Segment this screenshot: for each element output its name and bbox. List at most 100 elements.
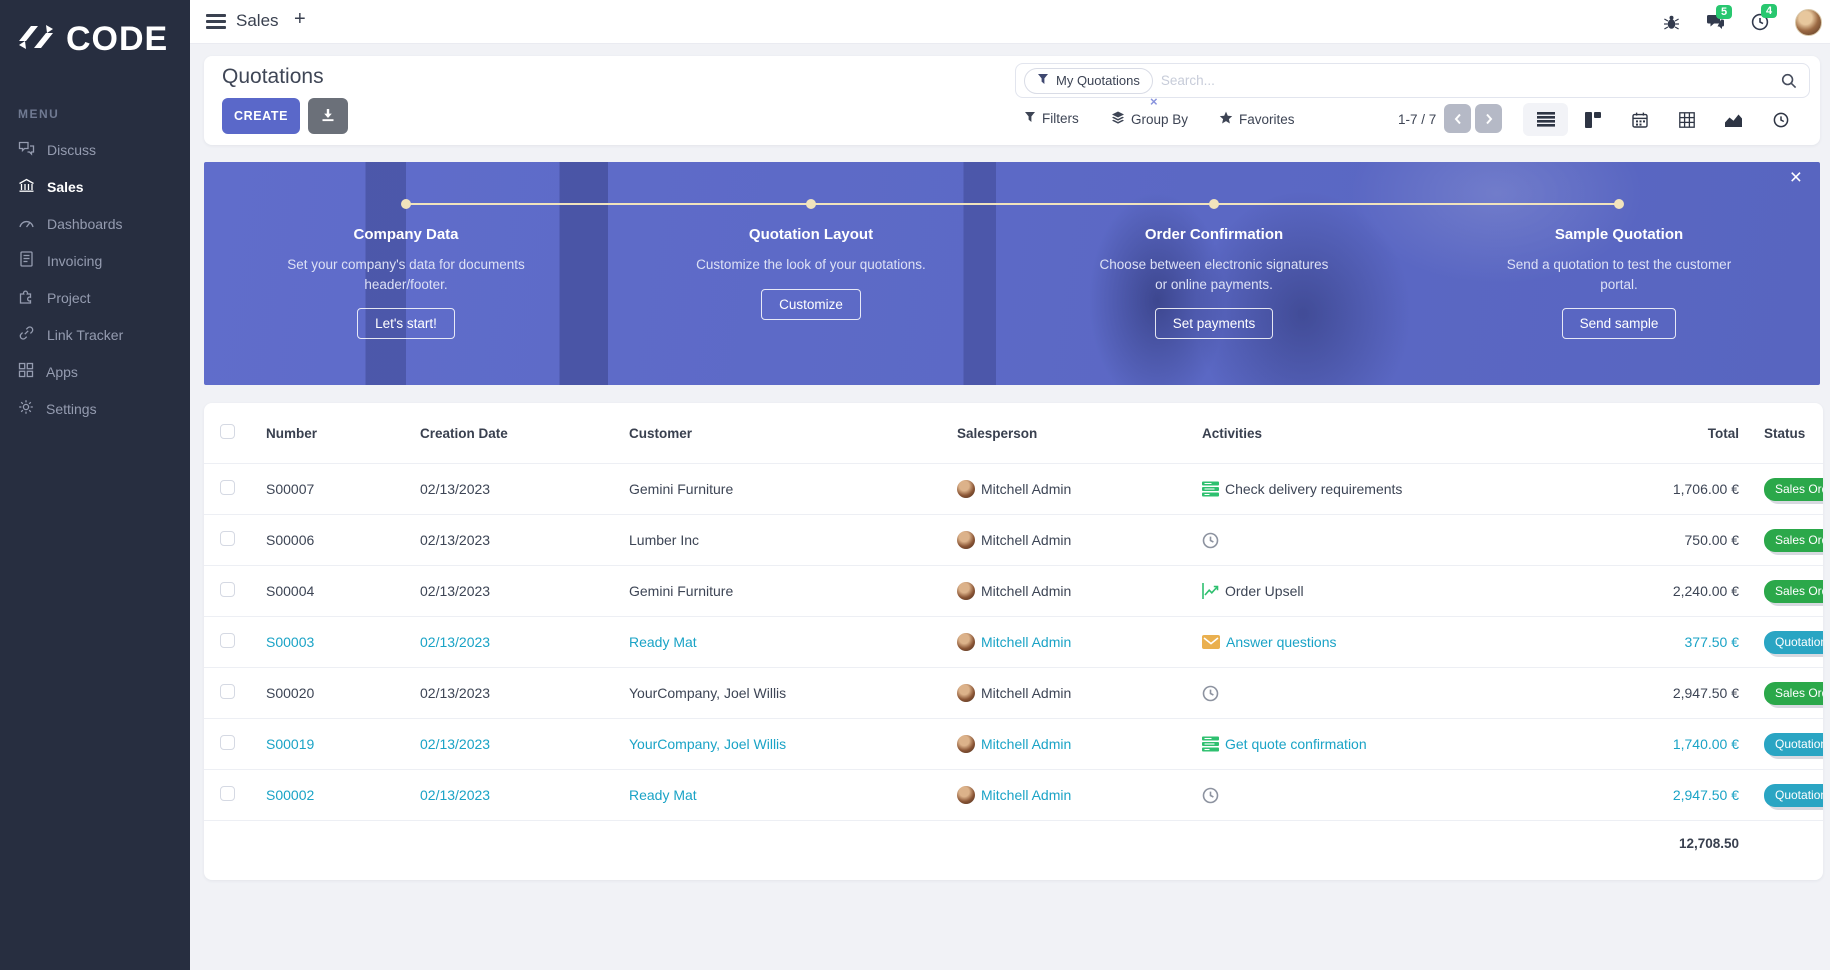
- sidebar-item-dashboards[interactable]: Dashboards: [0, 205, 190, 242]
- row-checkbox[interactable]: [220, 684, 235, 699]
- sidebar-item-sales[interactable]: Sales: [0, 168, 190, 205]
- quotation-number: S00019: [266, 736, 315, 752]
- set-payments-button[interactable]: Set payments: [1154, 308, 1274, 340]
- salesperson-name: Mitchell Admin: [981, 685, 1072, 701]
- sidebar-item-invoicing[interactable]: Invoicing: [0, 242, 190, 279]
- creation-date: 02/13/2023: [420, 481, 491, 497]
- status-badge: Quotation: [1764, 732, 1823, 756]
- kanban-view-icon[interactable]: [1570, 103, 1615, 136]
- column-header-number[interactable]: Number: [266, 426, 420, 441]
- table-row[interactable]: S00019 02/13/2023 YourCompany, Joel Will…: [204, 718, 1823, 769]
- select-all-checkbox[interactable]: [220, 424, 235, 439]
- customer-name: YourCompany, Joel Willis: [629, 685, 787, 701]
- clock-icon[interactable]: [1202, 787, 1219, 804]
- app-logo[interactable]: CODE: [0, 0, 190, 69]
- table-row[interactable]: S00006 02/13/2023 Lumber Inc Mitchell Ad…: [204, 514, 1823, 565]
- list-view-icon[interactable]: [1523, 103, 1568, 136]
- salesperson-name: Mitchell Admin: [981, 481, 1072, 497]
- table-row[interactable]: S00003 02/13/2023 Ready Mat Mitchell Adm…: [204, 616, 1823, 667]
- group-by-button[interactable]: Group By: [1111, 111, 1188, 128]
- pager-next-button[interactable]: [1475, 104, 1502, 133]
- graph-view-icon[interactable]: [1711, 103, 1756, 136]
- sidebar: CODE MENU Discuss Sales Dashboards Invoi…: [0, 0, 190, 970]
- sidebar-item-apps[interactable]: Apps: [0, 353, 190, 390]
- onboarding-banner: × Company Data Set your company's data f…: [204, 162, 1820, 385]
- column-header-creation-date[interactable]: Creation Date: [420, 426, 629, 441]
- pivot-view-icon[interactable]: [1664, 103, 1709, 136]
- row-checkbox[interactable]: [220, 633, 235, 648]
- close-icon[interactable]: ×: [1790, 166, 1802, 190]
- message-count-badge: 5: [1716, 5, 1733, 19]
- timeline-dot: [1209, 199, 1219, 209]
- footer-total-sum: 12,708.50: [1678, 836, 1739, 851]
- table-row[interactable]: S00004 02/13/2023 Gemini Furniture Mitch…: [204, 565, 1823, 616]
- table-row[interactable]: S00020 02/13/2023 YourCompany, Joel Will…: [204, 667, 1823, 718]
- discuss-icon: [18, 141, 35, 159]
- sidebar-item-settings[interactable]: Settings: [0, 390, 190, 427]
- onboarding-step-sample-quotation: Sample Quotation Send a quotation to tes…: [1479, 226, 1759, 340]
- menu-section-label: MENU: [18, 107, 60, 121]
- row-checkbox[interactable]: [220, 480, 235, 495]
- hamburger-menu-icon[interactable]: [206, 14, 226, 32]
- table-row[interactable]: S00007 02/13/2023 Gemini Furniture Mitch…: [204, 463, 1823, 514]
- activity-view-icon[interactable]: [1758, 103, 1803, 136]
- dashboards-icon: [18, 215, 35, 233]
- activity-label: Get quote confirmation: [1225, 736, 1367, 752]
- clock-icon[interactable]: [1202, 532, 1219, 549]
- customer-name: YourCompany, Joel Willis: [629, 736, 787, 752]
- sidebar-item-label: Discuss: [47, 141, 97, 158]
- lets-start-button[interactable]: Let's start!: [357, 308, 455, 340]
- clock-icon[interactable]: [1202, 685, 1219, 702]
- page-title: Quotations: [222, 65, 324, 88]
- total-amount: 2,947.50 €: [1672, 787, 1739, 803]
- column-header-customer[interactable]: Customer: [629, 426, 957, 441]
- salesperson-avatar: [957, 786, 975, 804]
- tasks-green-icon[interactable]: [1202, 481, 1219, 497]
- quotation-number: S00007: [266, 481, 315, 497]
- activity-clock-icon[interactable]: 4: [1751, 4, 1778, 31]
- column-header-activities[interactable]: Activities: [1202, 426, 1532, 441]
- column-header-total[interactable]: Total: [1532, 426, 1739, 441]
- messages-icon[interactable]: 5: [1706, 5, 1733, 30]
- tasks-green-icon[interactable]: [1202, 736, 1219, 752]
- filters-button[interactable]: Filters: [1024, 111, 1079, 126]
- envelope-icon[interactable]: [1202, 635, 1220, 649]
- sidebar-item-project[interactable]: Project: [0, 279, 190, 316]
- customer-name: Ready Mat: [629, 787, 697, 803]
- search-facet-my-quotations[interactable]: My Quotations: [1024, 67, 1153, 94]
- activity-label: Check delivery requirements: [1225, 481, 1403, 497]
- bug-icon[interactable]: [1663, 15, 1680, 30]
- customize-button[interactable]: Customize: [761, 288, 861, 320]
- add-tab-button[interactable]: +: [294, 8, 306, 31]
- timeline-dot: [1614, 199, 1624, 209]
- send-sample-button[interactable]: Send sample: [1561, 308, 1677, 340]
- favorites-button[interactable]: Favorites: [1219, 111, 1295, 128]
- row-checkbox[interactable]: [220, 735, 235, 750]
- search-input[interactable]: [1152, 73, 1781, 88]
- calendar-view-icon[interactable]: [1617, 103, 1662, 136]
- main-content: Quotations CREATE My Quotations × Filter…: [190, 44, 1830, 970]
- salesperson-avatar: [957, 633, 975, 651]
- status-badge: Sales Order: [1764, 681, 1823, 705]
- magnifier-icon[interactable]: [1781, 73, 1797, 89]
- table-row[interactable]: S00002 02/13/2023 Ready Mat Mitchell Adm…: [204, 769, 1823, 820]
- row-checkbox[interactable]: [220, 531, 235, 546]
- user-avatar[interactable]: [1795, 8, 1822, 36]
- creation-date: 02/13/2023: [420, 685, 491, 701]
- column-header-salesperson[interactable]: Salesperson: [957, 426, 1202, 441]
- sidebar-item-label: Link Tracker: [47, 326, 124, 343]
- total-amount: 1,706.00 €: [1672, 481, 1739, 497]
- salesperson-name: Mitchell Admin: [981, 787, 1072, 803]
- pager-range: 1-7 / 7: [1398, 112, 1437, 127]
- row-checkbox[interactable]: [220, 582, 235, 597]
- search-bar[interactable]: My Quotations: [1015, 63, 1810, 98]
- column-header-status[interactable]: Status: [1739, 426, 1823, 441]
- pager-previous-button[interactable]: [1444, 104, 1471, 133]
- total-amount: 1,740.00 €: [1672, 736, 1739, 752]
- sidebar-item-link-tracker[interactable]: Link Tracker: [0, 316, 190, 353]
- link-tracker-icon: [18, 325, 35, 344]
- sidebar-item-discuss[interactable]: Discuss: [0, 131, 190, 168]
- chart-up-icon[interactable]: [1202, 583, 1219, 599]
- star-icon: [1219, 111, 1233, 128]
- row-checkbox[interactable]: [220, 786, 235, 801]
